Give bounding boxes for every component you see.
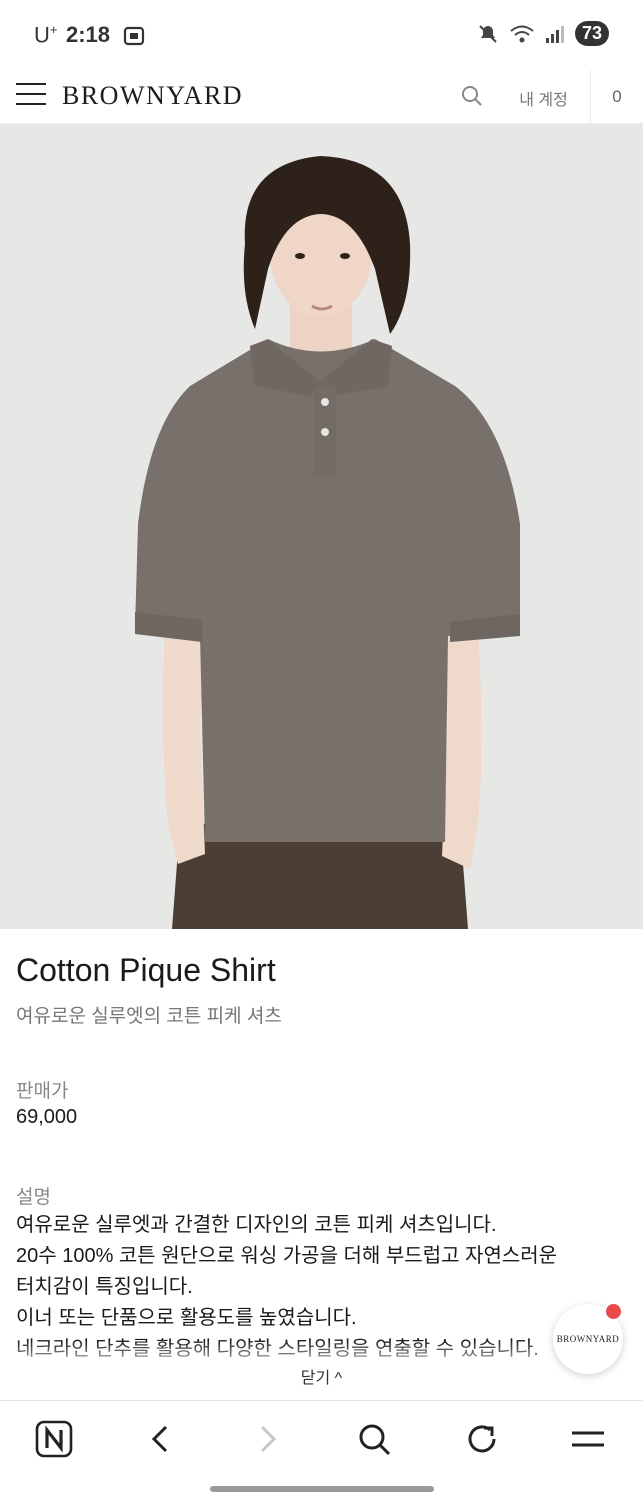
product-subtitle: 여유로운 실루엣의 코튼 피케 셔츠 [16,1006,282,1027]
search-icon[interactable] [460,84,484,108]
product-image [0,124,643,929]
browser-bottom-nav [0,1400,643,1500]
mute-icon [479,24,497,43]
battery-indicator: 73 [574,21,609,46]
collapse-description-button[interactable]: 닫기 ^ [0,1364,643,1388]
clock: 2:18 [66,22,111,47]
status-bar: U+ 2:18 73 [0,0,643,70]
screenshot-icon [123,26,145,46]
price-value: 69,000 [16,1106,78,1128]
hamburger-icon [16,83,46,85]
product-title: Cotton Pique Shirt [16,952,276,988]
notification-dot [606,1304,621,1319]
wifi-icon [510,25,534,42]
cart-button[interactable]: 0 [590,70,643,123]
signal-icon [545,25,564,43]
description-line: 이너 또는 단품으로 활용도를 높였습니다. [16,1307,357,1329]
menu-icon[interactable] [568,1419,608,1459]
naver-n-icon[interactable] [34,1419,74,1459]
chevron-right-icon[interactable] [248,1419,288,1459]
chevron-left-icon[interactable] [140,1419,180,1459]
floating-brand-button[interactable]: BROWNYARD [553,1304,623,1374]
site-header: BROWNYARD 내 계정 0 [0,70,643,124]
description-line: 20수 100% 코튼 원단으로 워싱 가공을 더해 부드럽고 자연스러운 [16,1245,558,1267]
hamburger-menu-button[interactable] [16,83,46,111]
floating-brand-logo: BROWNYARD [556,1334,620,1344]
product-photo [0,124,643,929]
my-account-link[interactable]: 내 계정 [506,86,581,110]
description-line: 터치감이 특징입니다. [16,1276,193,1298]
description-line: 여유로운 실루엣과 간결한 디자인의 코튼 피케 셔츠입니다. [16,1214,497,1236]
home-indicator[interactable] [210,1486,434,1492]
description-label: 설명 [16,1187,51,1208]
search-icon[interactable] [354,1419,394,1459]
hamburger-icon-line [16,93,46,95]
carrier-label: U+ [34,22,58,48]
price-label: 판매가 [16,1081,69,1102]
hamburger-icon-line [16,103,46,105]
brand-logo[interactable]: BROWNYARD [62,81,243,111]
refresh-icon[interactable] [462,1419,502,1459]
